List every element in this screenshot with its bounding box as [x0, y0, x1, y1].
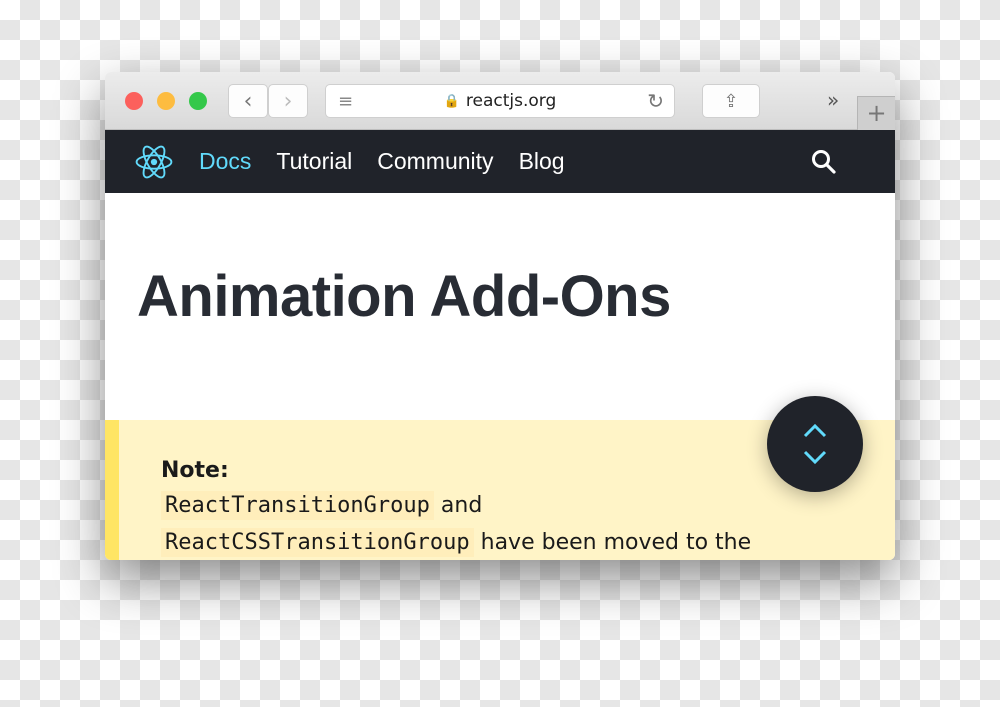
browser-toolbar: ‹ › ≡ 🔒 reactjs.org ↻ ⇪ » +: [105, 72, 895, 130]
search-icon[interactable]: [811, 149, 837, 175]
react-logo-icon[interactable]: [135, 143, 173, 181]
chevron-right-icon: ›: [283, 88, 293, 114]
note-text: have been moved to the: [473, 530, 752, 555]
url-text: reactjs.org: [465, 91, 557, 111]
note-heading: Note:: [161, 458, 229, 483]
overflow-button[interactable]: »: [827, 88, 839, 112]
note-text: and: [433, 493, 483, 518]
lock-icon: 🔒: [443, 93, 460, 109]
close-button[interactable]: [125, 92, 143, 110]
chevron-left-icon: ‹: [243, 88, 253, 114]
reload-icon[interactable]: ↻: [647, 89, 664, 113]
browser-window: ‹ › ≡ 🔒 reactjs.org ↻ ⇪ » + Docs Tutoria…: [105, 72, 895, 560]
page-header: Animation Add-Ons: [105, 193, 895, 420]
reader-icon[interactable]: ≡: [338, 91, 353, 112]
share-button[interactable]: ⇪: [702, 84, 760, 118]
share-icon: ⇪: [723, 90, 739, 112]
site-nav: Docs Tutorial Community Blog: [105, 130, 895, 193]
back-button[interactable]: ‹: [228, 84, 268, 118]
forward-button[interactable]: ›: [268, 84, 308, 118]
nav-blog[interactable]: Blog: [519, 148, 565, 175]
address-bar[interactable]: ≡ 🔒 reactjs.org ↻: [325, 84, 675, 118]
zoom-button[interactable]: [189, 92, 207, 110]
code-react-css-transition-group: ReactCSSTransitionGroup: [161, 528, 474, 557]
nav-community[interactable]: Community: [377, 148, 493, 175]
page-title: Animation Add-Ons: [137, 264, 671, 329]
minimize-button[interactable]: [157, 92, 175, 110]
scroll-navigation-button[interactable]: [767, 396, 863, 492]
code-react-transition-group: ReactTransitionGroup: [161, 491, 434, 520]
nav-tutorial[interactable]: Tutorial: [276, 148, 352, 175]
chevron-up-down-icon: [803, 423, 827, 465]
nav-docs[interactable]: Docs: [199, 148, 251, 175]
new-tab-button[interactable]: +: [857, 96, 895, 130]
